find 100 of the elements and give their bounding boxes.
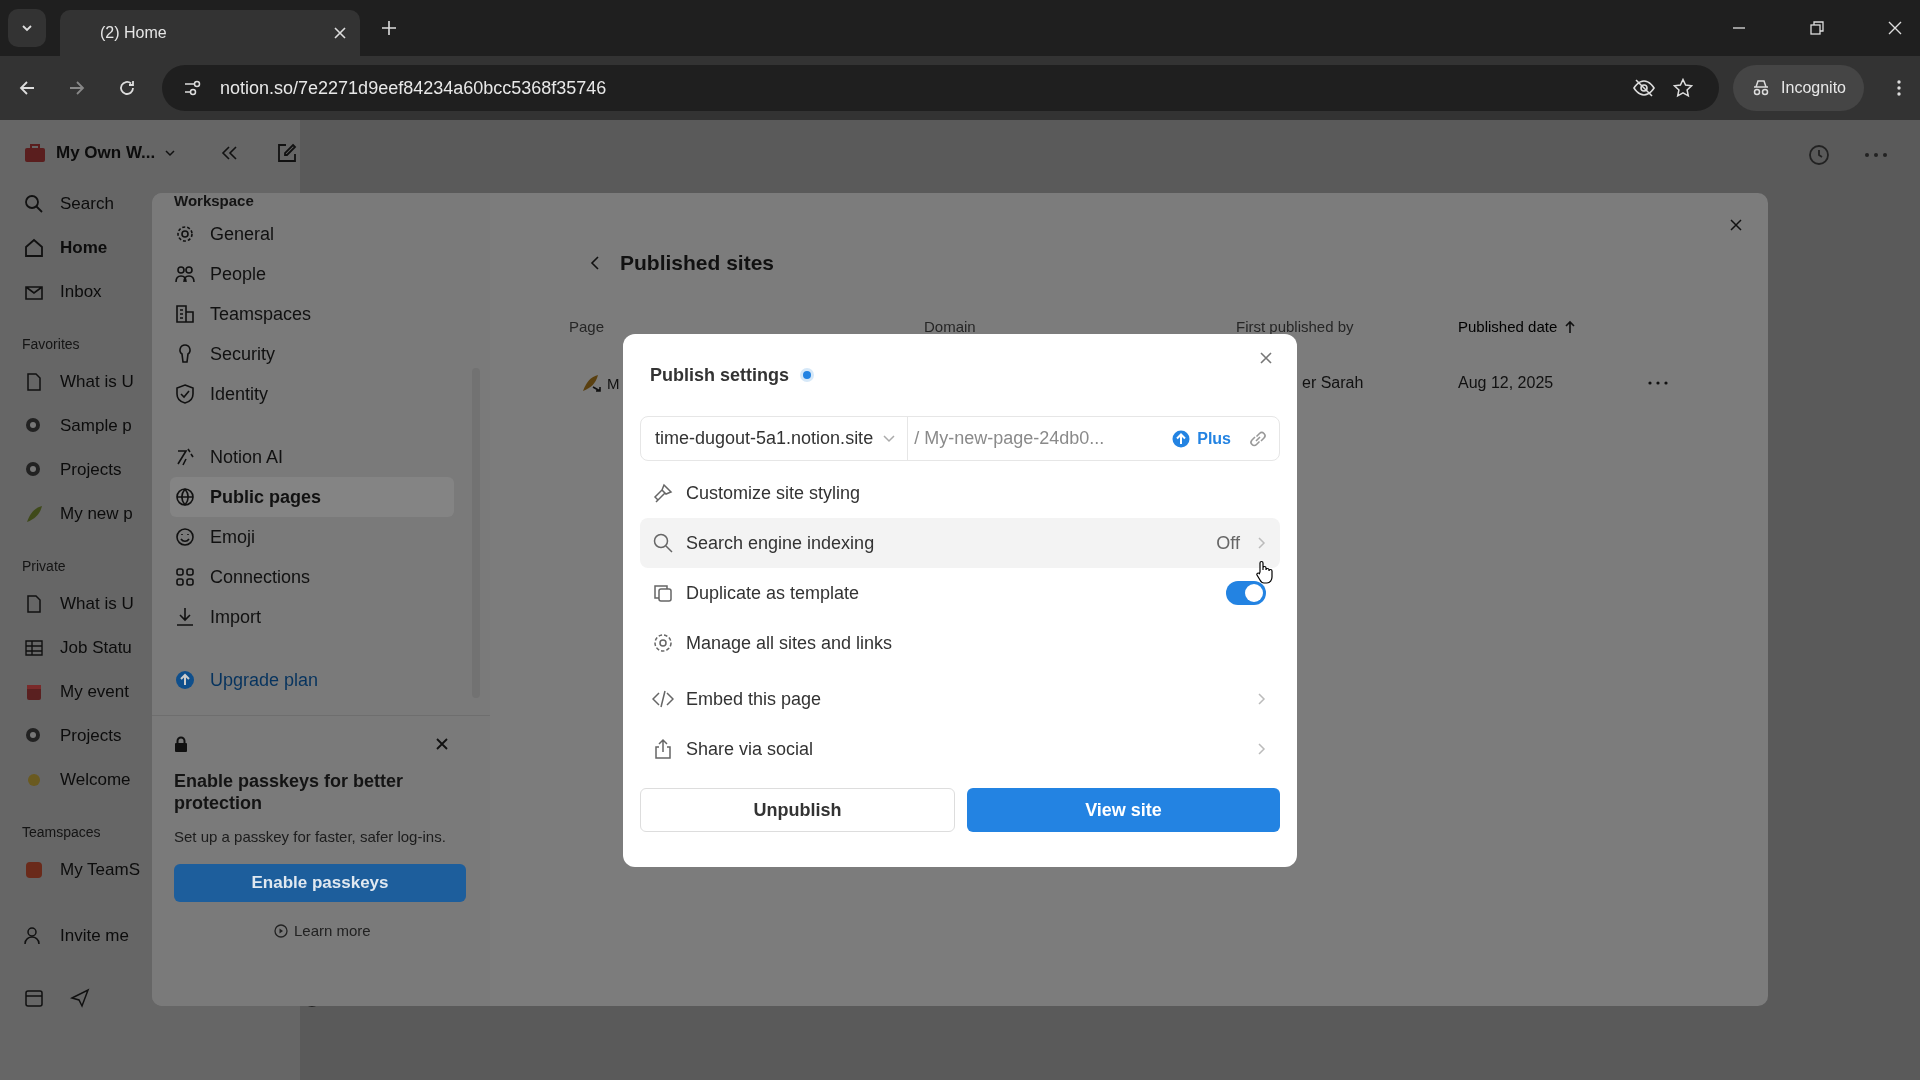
sidebar-item[interactable]: Welcome <box>24 758 131 802</box>
forward-icon[interactable] <box>68 79 86 97</box>
section-heading: Private <box>22 557 66 576</box>
sidebar-item[interactable]: My TeamS <box>24 848 140 892</box>
eye-off-icon[interactable] <box>1633 79 1656 97</box>
menu-item[interactable]: Customize site styling <box>640 468 1280 518</box>
sidebar-item[interactable]: Projects <box>24 714 122 758</box>
settings-nav-item[interactable]: Security <box>170 334 454 374</box>
search-icon <box>24 194 44 214</box>
lock-icon <box>174 736 188 752</box>
menu-item[interactable]: Embed this page <box>640 674 1280 724</box>
site-info-icon[interactable] <box>184 80 202 96</box>
card-title: Enable passkeys for better protection <box>174 770 405 814</box>
sidebar-item[interactable]: Search <box>24 182 114 226</box>
card-description: Set up a passkey for faster, safer log-ins. <box>174 827 447 847</box>
address-bar[interactable]: notion.so/7e2271d9eef84234a60bcc5368f35746 <box>162 65 1720 111</box>
download-icon <box>174 606 196 628</box>
setting-value: Off <box>1216 532 1240 554</box>
chevron-right-icon <box>1258 537 1266 549</box>
compose-icon[interactable] <box>277 143 298 163</box>
menu-item[interactable]: Share via social <box>640 724 1280 774</box>
sidebar-item[interactable]: Invite me <box>24 914 129 958</box>
code-icon <box>652 688 674 710</box>
column-header[interactable]: First published by <box>1236 318 1354 335</box>
plus-badge[interactable]: Plus <box>1172 429 1231 448</box>
settings-nav-item[interactable]: Connections <box>170 557 454 597</box>
chevron-right-icon <box>1258 743 1266 755</box>
unpublish-button[interactable]: Unpublish <box>640 788 955 832</box>
upgrade-link[interactable]: Upgrade plan <box>174 660 319 700</box>
browser-tab[interactable]: (2) Home <box>60 10 360 56</box>
sort-arrow-icon[interactable] <box>1565 319 1576 334</box>
gear-icon <box>652 632 674 654</box>
settings-nav-item[interactable]: Public pages <box>170 477 454 517</box>
hand-cursor-icon <box>1255 560 1273 584</box>
sidebar-item[interactable]: Inbox <box>24 270 102 314</box>
column-header[interactable]: Domain <box>924 318 976 335</box>
sidebar-item[interactable]: What is U <box>24 360 134 404</box>
settings-nav-item[interactable]: Import <box>170 597 454 637</box>
caret-icon <box>21 22 33 34</box>
dialog-title: Publish settings <box>650 364 790 386</box>
table-cell: er Sarah <box>1302 374 1364 392</box>
sidebar-item[interactable]: Projects <box>24 448 122 492</box>
caret-icon[interactable] <box>165 149 176 157</box>
sidebar-item[interactable]: Sample p <box>24 404 132 448</box>
sidebar-item[interactable]: Job Statu <box>24 626 132 670</box>
restore-icon[interactable] <box>1810 21 1824 35</box>
collapse-icon[interactable] <box>221 145 240 161</box>
globe-icon <box>174 486 196 508</box>
section-heading: Workspace <box>174 193 254 211</box>
share-icon <box>652 738 674 760</box>
send-icon[interactable] <box>70 988 90 1008</box>
brush-icon <box>652 482 674 504</box>
more-icon[interactable] <box>1648 381 1668 385</box>
star-icon[interactable] <box>1673 78 1694 98</box>
section-heading: Favorites <box>22 335 80 354</box>
play-icon <box>274 923 288 938</box>
back-icon[interactable] <box>18 79 36 97</box>
incognito-button[interactable]: Incognito <box>1733 65 1864 111</box>
chevron-right-icon <box>1258 693 1266 705</box>
page-title: Published sites <box>620 251 775 275</box>
people-icon <box>174 263 196 285</box>
sidebar-item[interactable]: Home <box>24 226 108 270</box>
menu-item[interactable]: Duplicate as template <box>640 568 1280 618</box>
arrow-up-circle-icon <box>174 669 196 691</box>
settings-nav-item[interactable]: Identity <box>170 374 454 414</box>
settings-nav-item[interactable]: General <box>170 214 454 254</box>
domain-dropdown[interactable]: time-dugout-5a1.notion.site <box>641 417 909 460</box>
workspace-name[interactable]: My Own W... <box>56 143 156 163</box>
search-icon <box>652 532 674 554</box>
back-icon[interactable] <box>590 255 600 271</box>
table-icon <box>24 638 44 658</box>
arrow-up-circle-icon <box>1172 429 1191 448</box>
copy-icon <box>652 582 674 604</box>
sidebar-item[interactable]: My event <box>24 670 129 714</box>
table-cell: M <box>607 374 620 392</box>
settings-nav-item[interactable]: Emoji <box>170 517 454 557</box>
more-icon[interactable] <box>1864 152 1888 158</box>
building-icon <box>174 303 196 325</box>
home-icon <box>24 238 44 258</box>
view-site-button[interactable]: View site <box>967 788 1280 832</box>
settings-nav-item[interactable]: Notion AI <box>170 437 454 477</box>
table-cell: Aug 12, 2025 <box>1458 374 1554 392</box>
column-header[interactable]: Page <box>569 318 605 335</box>
sidebar-item[interactable]: My new p <box>24 492 133 536</box>
reload-icon[interactable] <box>118 79 136 97</box>
settings-nav-item[interactable]: People <box>170 254 454 294</box>
menu-icon[interactable] <box>1896 79 1902 97</box>
menu-item[interactable]: Search engine indexing Off <box>640 518 1280 568</box>
new-tab-icon[interactable] <box>382 21 396 35</box>
learn-more-link[interactable]: Learn more <box>274 922 371 939</box>
clock-icon[interactable] <box>1808 144 1830 166</box>
enable-passkeys-button[interactable]: Enable passkeys <box>174 864 466 902</box>
grid-icon <box>174 566 196 588</box>
settings-nav-item[interactable]: Teamspaces <box>170 294 454 334</box>
toggle-switch[interactable] <box>1226 581 1266 605</box>
column-header[interactable]: Published date <box>1458 318 1558 335</box>
calendar-icon[interactable] <box>24 988 44 1008</box>
sidebar-item[interactable]: What is U <box>24 582 134 626</box>
menu-item[interactable]: Manage all sites and links <box>640 618 1280 668</box>
page-path: / My-new-page-24db0... <box>913 428 1106 449</box>
